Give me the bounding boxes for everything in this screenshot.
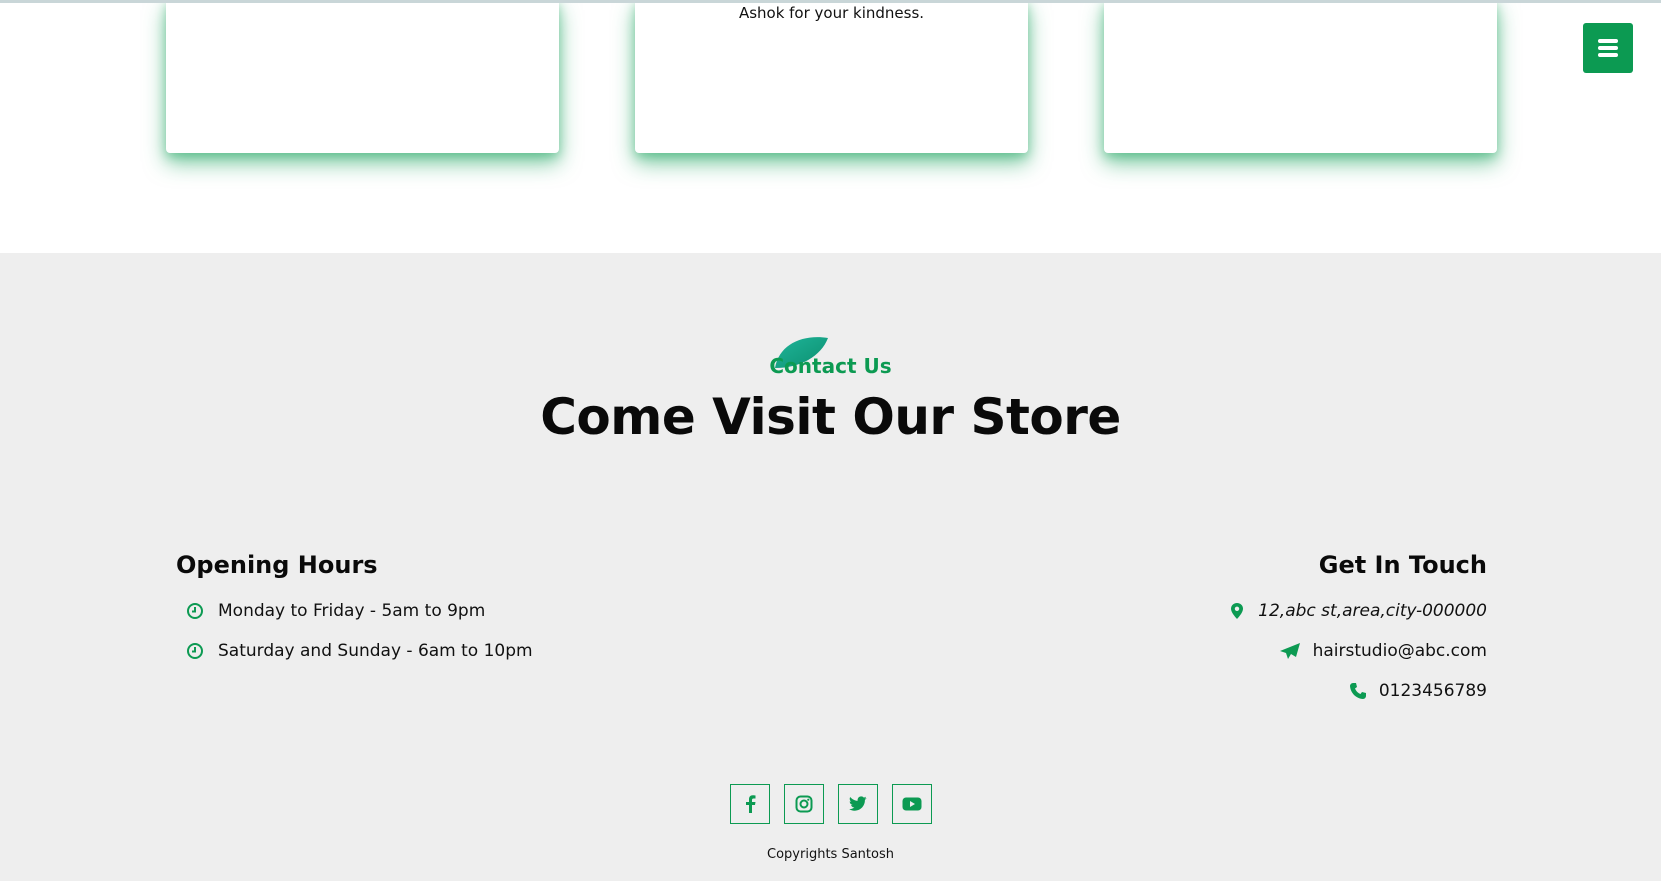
phone-item[interactable]: 0123456789 (887, 671, 1487, 711)
social-links (0, 784, 1661, 824)
testimonials-section: Ashok for your kindness. (0, 0, 1661, 253)
facebook-button[interactable] (729, 784, 770, 824)
hours-item: Monday to Friday - 5am to 9pm (176, 591, 776, 631)
phone-icon (1349, 682, 1367, 700)
instagram-button[interactable] (783, 784, 824, 824)
hours-text: Monday to Friday - 5am to 9pm (218, 601, 486, 621)
section-title: Come Visit Our Store (540, 388, 1121, 446)
opening-hours-title: Opening Hours (176, 551, 378, 579)
clock-icon (186, 602, 204, 620)
copyright-text: Copyrights Santosh (767, 847, 894, 862)
testimonial-card: Ashok for your kindness. (635, 0, 1028, 153)
youtube-button[interactable] (891, 784, 932, 824)
email-item[interactable]: hairstudio@abc.com (887, 631, 1487, 671)
hamburger-icon (1598, 36, 1618, 60)
facebook-icon (745, 795, 755, 813)
top-divider (0, 0, 1661, 3)
testimonial-card (1104, 0, 1497, 153)
hours-text: Saturday and Sunday - 6am to 10pm (218, 641, 533, 661)
paper-plane-icon (1279, 642, 1301, 660)
get-in-touch: Get In Touch 12,abc st,area,city-000000 … (887, 551, 1487, 711)
youtube-icon (902, 797, 921, 811)
address-item: 12,abc st,area,city-000000 (887, 591, 1487, 631)
testimonial-card (166, 0, 559, 153)
map-pin-icon (1228, 602, 1246, 620)
twitter-icon (848, 796, 866, 811)
twitter-button[interactable] (837, 784, 878, 824)
hours-item: Saturday and Sunday - 6am to 10pm (176, 631, 776, 671)
section-eyebrow: Contact Us (769, 354, 892, 378)
menu-button[interactable] (1583, 23, 1633, 73)
get-in-touch-title: Get In Touch (1318, 551, 1487, 579)
opening-hours: Opening Hours Monday to Friday - 5am to … (176, 551, 776, 671)
clock-icon (186, 642, 204, 660)
contact-section: Contact Us Come Visit Our Store Opening … (0, 253, 1661, 881)
phone-link[interactable]: 0123456789 (1379, 681, 1487, 701)
address-text: 12,abc st,area,city-000000 (1258, 601, 1487, 621)
email-link[interactable]: hairstudio@abc.com (1313, 641, 1487, 661)
testimonial-text: Ashok for your kindness. (738, 4, 925, 22)
instagram-icon (795, 795, 812, 813)
